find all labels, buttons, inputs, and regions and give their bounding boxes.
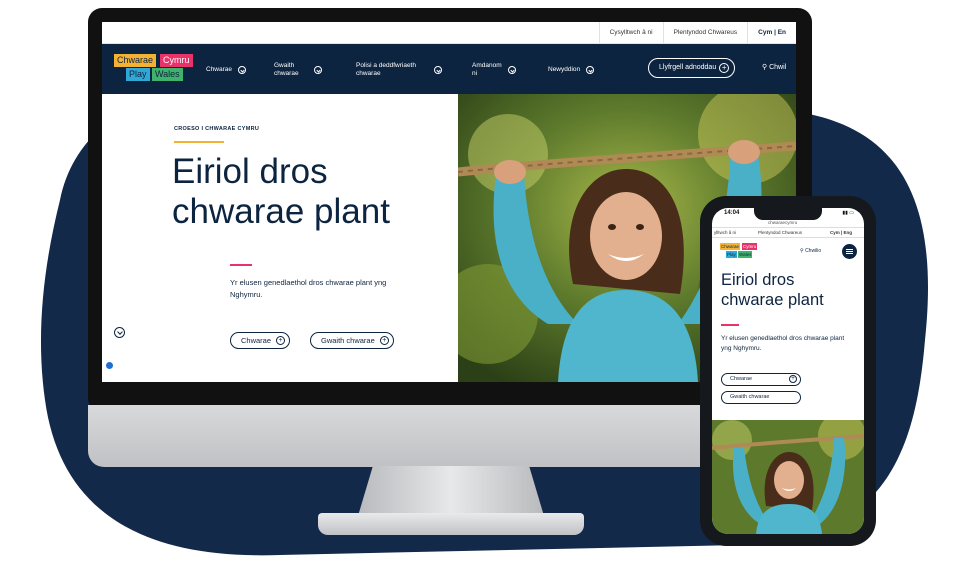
logo-word-cymru: Cymru bbox=[160, 54, 193, 67]
search-button[interactable]: ⚲ Chwil bbox=[762, 63, 786, 71]
nav-item-gwaith-chwarae[interactable]: Gwaith chwarae bbox=[274, 62, 334, 78]
accent-rule bbox=[721, 324, 739, 326]
playwork-button[interactable]: Gwaith chwarae + bbox=[310, 332, 394, 349]
nav-item-label: Newyddion bbox=[548, 66, 581, 73]
browser-url: chwaraecymru bbox=[768, 220, 798, 225]
play-button-label: Chwarae bbox=[241, 336, 272, 345]
language-switch[interactable]: Cym | Eng bbox=[830, 230, 852, 235]
playwork-button-label: Gwaith chwarae bbox=[321, 336, 375, 345]
kicker-underline bbox=[174, 141, 224, 143]
plus-icon: + bbox=[276, 336, 286, 345]
language-switch[interactable]: Cym | En bbox=[747, 22, 796, 44]
search-label: Chwilio bbox=[805, 248, 822, 254]
mobile-screen: 14:04 ▮▮ ▭ chwaraecymru ylltwch â ni Ple… bbox=[712, 208, 864, 534]
logo-word-chwarae: Chwarae bbox=[720, 243, 741, 250]
nav-item-chwarae[interactable]: Chwarae bbox=[206, 66, 247, 74]
nav-item-newyddion[interactable]: Newyddion bbox=[548, 66, 595, 74]
mobile-utility-bar: ylltwch â ni Plentyndod Chwareus Cym | E… bbox=[712, 227, 864, 238]
resource-library-button[interactable]: Llyfrgell adnoddau + bbox=[648, 58, 736, 78]
chevron-down-icon bbox=[434, 66, 442, 74]
mobile-search-button[interactable]: ⚲ Chwilio bbox=[800, 248, 821, 254]
logo-word-cymru: Cymru bbox=[742, 243, 758, 250]
scroll-down-icon[interactable] bbox=[114, 327, 125, 338]
mobile-play-button[interactable]: Chwarae + bbox=[721, 373, 801, 386]
chevron-down-icon bbox=[238, 66, 247, 74]
phone-notch bbox=[754, 208, 822, 220]
resource-library-label: Llyfrgell adnoddau bbox=[659, 64, 717, 71]
mobile-hero-title: Eiriol dros chwarae plant bbox=[721, 271, 824, 309]
main-nav: Chwarae Cymru Play Wales Chwarae Gwaith … bbox=[102, 44, 796, 94]
logo-word-chwarae: Chwarae bbox=[114, 54, 157, 67]
search-icon: ⚲ bbox=[762, 64, 768, 71]
hamburger-menu-icon[interactable] bbox=[842, 244, 857, 259]
mobile-hero-photo bbox=[712, 420, 864, 534]
search-label: Chwil bbox=[769, 64, 787, 71]
mobile-playwork-button[interactable]: Gwaith chwarae bbox=[721, 391, 801, 404]
logo-word-wales: Wales bbox=[152, 68, 183, 81]
playful-childhoods-link[interactable]: Plentyndod Chwareus bbox=[758, 230, 802, 235]
play-button-label: Chwarae bbox=[730, 376, 753, 382]
utility-bar: Cysylltwch â ni Plentyndod Chwareus Cym … bbox=[102, 22, 796, 44]
desktop-screen: Cysylltwch â ni Plentyndod Chwareus Cym … bbox=[102, 22, 796, 382]
playful-childhoods-link[interactable]: Plentyndod Chwareus bbox=[662, 22, 748, 44]
monitor-stand-neck bbox=[358, 466, 544, 516]
plus-icon: + bbox=[379, 336, 389, 345]
nav-item-amdanom-ni[interactable]: Amdanom ni bbox=[472, 62, 522, 78]
nav-item-label: Chwarae bbox=[206, 66, 233, 73]
search-icon: ⚲ bbox=[800, 248, 804, 254]
contact-link[interactable]: Cysylltwch â ni bbox=[598, 22, 663, 44]
accent-rule bbox=[230, 264, 252, 266]
hero-text-panel: CROESO I CHWARAE CYMRU Eiriol dros chwar… bbox=[102, 94, 458, 382]
chevron-down-icon bbox=[314, 66, 322, 74]
hero-title: Eiriol dros chwarae plant bbox=[172, 152, 390, 231]
playwork-button-label: Gwaith chwarae bbox=[730, 394, 770, 400]
logo-word-play: Play bbox=[726, 251, 737, 258]
mobile-site-logo[interactable]: Chwarae Cymru Play Wales bbox=[720, 243, 762, 259]
play-button[interactable]: Chwarae + bbox=[230, 332, 291, 349]
nav-item-label: Gwaith chwarae bbox=[274, 62, 299, 77]
monitor-stand-base bbox=[318, 513, 584, 535]
signal-battery-icon: ▮▮ ▭ bbox=[842, 210, 854, 216]
status-time: 14:04 bbox=[724, 210, 740, 216]
product-mockup: Cysylltwch â ni Plentyndod Chwareus Cym … bbox=[0, 0, 968, 579]
chevron-down-icon bbox=[586, 66, 595, 74]
nav-item-label: Amdanom ni bbox=[472, 62, 502, 77]
logo-word-wales: Wales bbox=[738, 251, 753, 258]
contact-link[interactable]: ylltwch â ni bbox=[714, 230, 736, 235]
nav-item-polisi[interactable]: Polisi a deddfwriaeth chwarae bbox=[356, 62, 448, 78]
plus-icon: + bbox=[719, 63, 730, 73]
logo-word-play: Play bbox=[126, 68, 150, 81]
accessibility-icon[interactable] bbox=[104, 360, 115, 371]
site-logo[interactable]: Chwarae Cymru Play Wales bbox=[114, 54, 204, 84]
chevron-down-icon bbox=[508, 66, 516, 74]
hero-subtitle: Yr elusen genedlaethol dros chwarae plan… bbox=[230, 278, 387, 299]
mobile-hero-subtitle: Yr elusen genedlaethol dros chwarae plan… bbox=[721, 335, 845, 352]
nav-item-label: Polisi a deddfwriaeth chwarae bbox=[356, 62, 416, 77]
plus-icon: + bbox=[789, 375, 797, 383]
hero-kicker: CROESO I CHWARAE CYMRU bbox=[174, 126, 260, 132]
